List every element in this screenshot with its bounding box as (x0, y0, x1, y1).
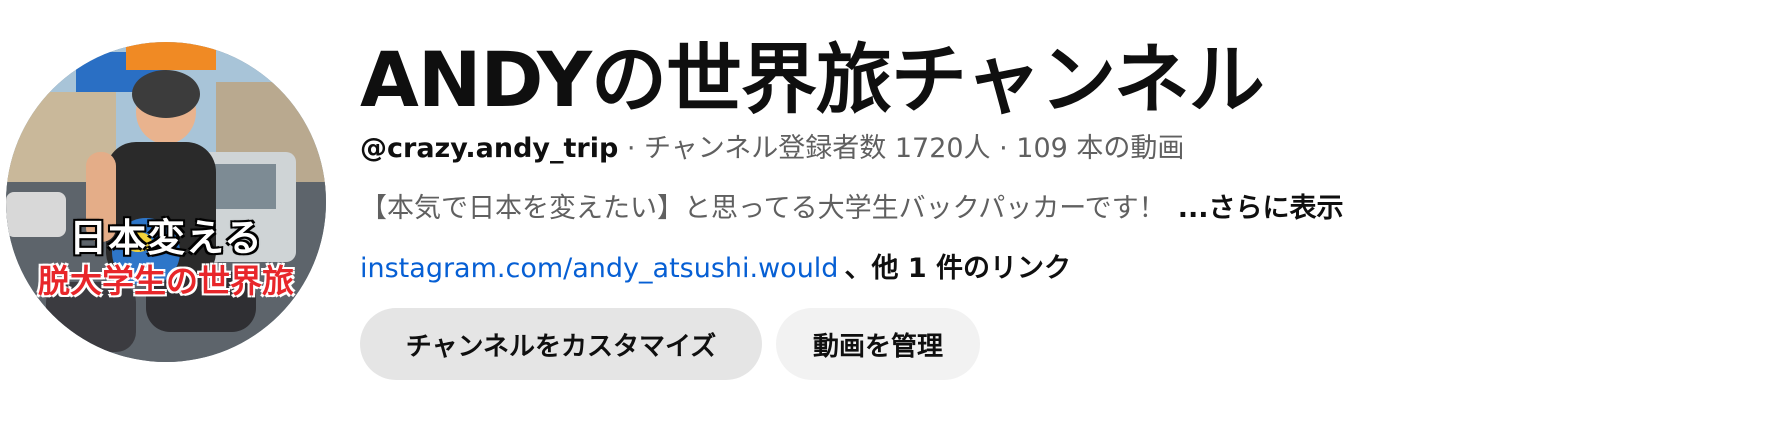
more-links-button[interactable]: 、他 1 件のリンク (844, 253, 1071, 284)
instagram-link[interactable]: instagram.com/andy_atsushi.would (360, 253, 838, 284)
channel-avatar[interactable]: 日本変える 脱大学生の世界旅 (6, 42, 326, 362)
channel-description[interactable]: 【本気で日本を変えたい】と思ってる大学生バックパッカーです！ ...さらに表示 (360, 186, 1343, 225)
show-more-link[interactable]: ...さらに表示 (1178, 193, 1344, 224)
channel-handle: @crazy.andy_trip (360, 133, 619, 164)
description-text: 【本気で日本を変えたい】と思ってる大学生バックパッカーです！ (360, 193, 1166, 224)
channel-links: instagram.com/andy_atsushi.would 、他 1 件のリ… (360, 246, 1071, 285)
avatar-caption-line1: 日本変える (69, 216, 263, 260)
avatar-caption-line2: 脱大学生の世界旅 (37, 262, 294, 300)
channel-stats: · チャンネル登録者数 1720人 · 109 本の動画 (618, 133, 1185, 164)
avatar-photo (6, 42, 326, 362)
channel-meta: @crazy.andy_trip · チャンネル登録者数 1720人 · 109… (360, 126, 1184, 165)
channel-title: ANDYの世界旅チャンネル (360, 35, 1265, 124)
customize-channel-button[interactable]: チャンネルをカスタマイズ (360, 308, 762, 380)
manage-videos-button[interactable]: 動画を管理 (776, 308, 980, 380)
